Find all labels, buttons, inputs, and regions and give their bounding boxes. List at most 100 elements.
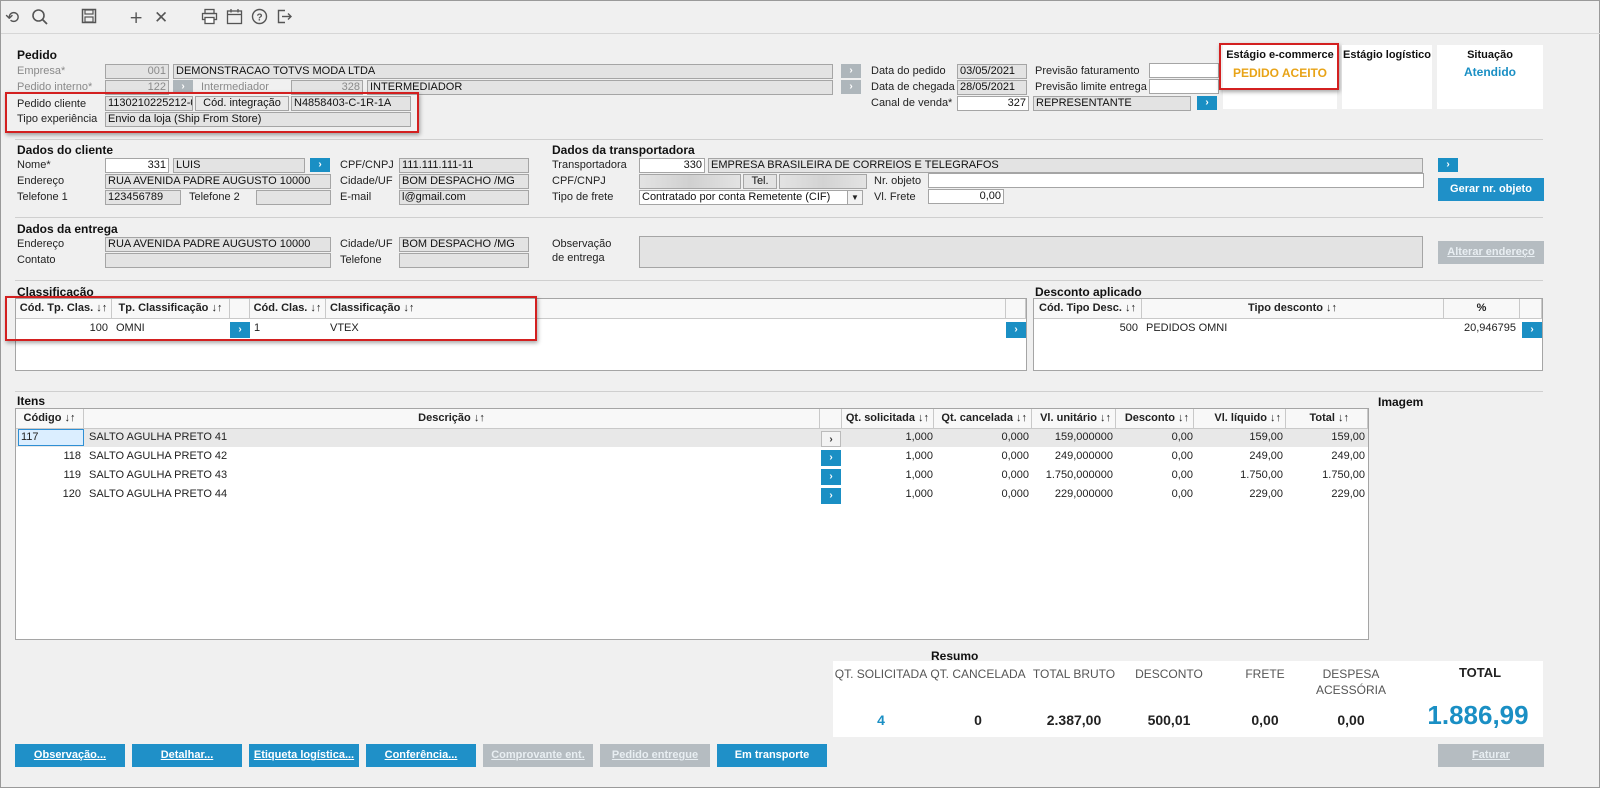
item-codigo-cell: 118 [63, 450, 81, 462]
data-chegada-field[interactable]: 28/05/2021 [957, 80, 1027, 95]
em-transporte-button[interactable]: Em transporte [717, 744, 827, 767]
telefone2-field [256, 190, 331, 205]
clas-lookup-button[interactable]: › [1006, 322, 1026, 338]
calendar-icon[interactable] [226, 8, 243, 30]
resumo-desconto-label: DESCONTO [1135, 667, 1203, 681]
imagem-label: Imagem [1378, 395, 1424, 409]
col-desconto[interactable]: Desconto ↓↑ [1116, 409, 1194, 429]
resumo-bruto-label: TOTAL BRUTO [1032, 667, 1116, 681]
item-total-cell: 229,00 [1331, 488, 1365, 500]
item-detail-button[interactable]: › [821, 469, 841, 485]
resumo-bruto-value: 2.387,00 [1046, 712, 1102, 728]
search-icon[interactable] [31, 8, 49, 31]
col-vl-unitario[interactable]: Vl. unitário ↓↑ [1032, 409, 1116, 429]
undo-icon[interactable]: ⟲ [5, 8, 19, 28]
col-descricao[interactable]: Descrição ↓↑ [84, 409, 820, 429]
detalhar-button[interactable]: Detalhar... [132, 744, 242, 767]
nr-objeto-field[interactable] [928, 173, 1424, 188]
tipo-frete-select[interactable]: Contratado por conta Remetente (CIF) [639, 190, 863, 205]
item-descricao-cell: SALTO AGULHA PRETO 42 [89, 450, 228, 462]
close-icon[interactable]: ✕ [154, 8, 168, 28]
empresa-code-field[interactable]: 001 [105, 64, 169, 79]
empresa-lookup-button[interactable]: › [841, 64, 861, 78]
item-detail-button[interactable]: › [821, 450, 841, 466]
previsao-limite-label: Previsão limite entrega [1035, 81, 1147, 93]
item-desc-cell: 0,00 [1171, 469, 1193, 481]
canal-venda-lookup-button[interactable]: › [1197, 96, 1217, 110]
item-qt-sol-cell: 1,000 [905, 488, 933, 500]
transportadora-code-field[interactable]: 330 [639, 158, 705, 173]
pedido-entregue-button[interactable]: Pedido entregue [600, 744, 710, 767]
cliente-lookup-button[interactable]: › [310, 158, 330, 172]
section-divider [15, 139, 1543, 140]
alterar-endereco-button[interactable]: Alterar endereço [1438, 241, 1544, 264]
observacao-button[interactable]: Observação... [15, 744, 125, 767]
col-tipo-desconto[interactable]: Tipo desconto ↓↑ [1142, 299, 1444, 319]
entrega-cidade-label: Cidade/UF [340, 238, 393, 250]
col-cod-tipo-desc[interactable]: Cód. Tipo Desc. ↓↑ [1034, 299, 1142, 319]
resumo-frete-value: 0,00 [1251, 712, 1279, 728]
item-detail-button[interactable]: › [821, 431, 841, 447]
data-chegada-label: Data de chegada [871, 81, 955, 93]
conferencia-button[interactable]: Conferência... [366, 744, 476, 767]
desc-lookup-button[interactable]: › [1522, 322, 1542, 338]
chevron-down-icon[interactable]: ▼ [847, 191, 862, 204]
transp-title: Dados da transportadora [552, 143, 695, 157]
add-icon[interactable]: + [129, 8, 143, 28]
cliente-cidade-field: BOM DESPACHO /MG [399, 174, 529, 189]
help-icon[interactable]: ? [251, 8, 268, 30]
intermediador-lookup-button[interactable]: › [841, 80, 861, 94]
save-icon[interactable] [81, 8, 97, 29]
entrega-endereco-label: Endereço [17, 238, 65, 250]
desconto-grid: Cód. Tipo Desc. ↓↑ Tipo desconto ↓↑ % 50… [1033, 298, 1543, 371]
gerar-nr-objeto-button[interactable]: Gerar nr. objeto [1438, 178, 1544, 201]
col-total[interactable]: Total ↓↑ [1286, 409, 1368, 429]
telefone1-field: 123456789 [105, 190, 181, 205]
nr-objeto-label: Nr. objeto [874, 175, 922, 187]
transportadora-lookup-button[interactable]: › [1438, 158, 1458, 172]
svg-text:?: ? [256, 13, 262, 24]
print-icon[interactable] [201, 8, 218, 30]
obs-entrega-label-2: de entrega [552, 252, 605, 264]
item-codigo-cell[interactable]: 117 [21, 430, 83, 444]
col-qt-solicitada[interactable]: Qt. solicitada ↓↑ [842, 409, 934, 429]
empresa-name-field: DEMONSTRACAO TOTVS MODA LTDA [173, 64, 833, 79]
item-codigo-cell: 120 [62, 488, 81, 500]
itens-title: Itens [17, 394, 46, 408]
col-qt-cancelada[interactable]: Qt. cancelada ↓↑ [934, 409, 1032, 429]
comprovante-entrega-button[interactable]: Comprovante ent. [483, 744, 593, 767]
vl-frete-field[interactable]: 0,00 [928, 189, 1004, 204]
data-pedido-field[interactable]: 03/05/2021 [957, 64, 1027, 79]
item-qt-can-cell: 0,000 [1001, 488, 1029, 500]
vl-frete-label: Vl. Frete [874, 191, 916, 203]
cliente-email-label: E-mail [340, 191, 372, 203]
col-vl-liquido[interactable]: Vl. líquido ↓↑ [1194, 409, 1286, 429]
highlight-pedido-cliente [5, 92, 419, 133]
desc-cod-cell: 500 [1119, 322, 1138, 334]
item-qt-sol-cell: 1,000 [905, 431, 933, 443]
tipo-frete-value: Contratado por conta Remetente (CIF) [642, 191, 831, 203]
desc-tipo-cell: PEDIDOS OMNI [1146, 322, 1228, 334]
pedido-title: Pedido [17, 48, 58, 62]
previsao-limite-field[interactable] [1149, 79, 1219, 94]
col-codigo[interactable]: Código ↓↑ [16, 409, 84, 429]
etiqueta-logistica-button[interactable]: Etiqueta logística... [249, 744, 359, 767]
col-spacer [1006, 299, 1026, 319]
faturar-button[interactable]: Faturar [1438, 744, 1544, 767]
entrega-telefone-field [399, 253, 529, 268]
resumo-qt-sol-label: QT. SOLICITADA [834, 667, 928, 681]
item-vl-liq-cell: 249,00 [1249, 450, 1283, 462]
previsao-faturamento-field[interactable] [1149, 63, 1219, 78]
resumo-despesa-value: 0,00 [1337, 712, 1365, 728]
transp-cpf-label: CPF/CNPJ [552, 175, 606, 187]
cliente-code-field[interactable]: 331 [105, 158, 169, 173]
col-pct[interactable]: % [1444, 299, 1520, 319]
highlight-estagio-ecommerce [1219, 43, 1339, 90]
canal-venda-code-field[interactable]: 327 [957, 96, 1029, 111]
entrega-endereco-field: RUA AVENIDA PADRE AUGUSTO 10000 [105, 237, 331, 252]
item-desc-cell: 0,00 [1171, 431, 1193, 443]
item-detail-button[interactable]: › [821, 488, 841, 504]
transportadora-name-field: EMPRESA BRASILEIRA DE CORREIOS E TELEGRA… [708, 158, 1423, 173]
resumo-despesa-label: DESPESA [1322, 667, 1380, 681]
exit-icon[interactable] [276, 8, 293, 30]
